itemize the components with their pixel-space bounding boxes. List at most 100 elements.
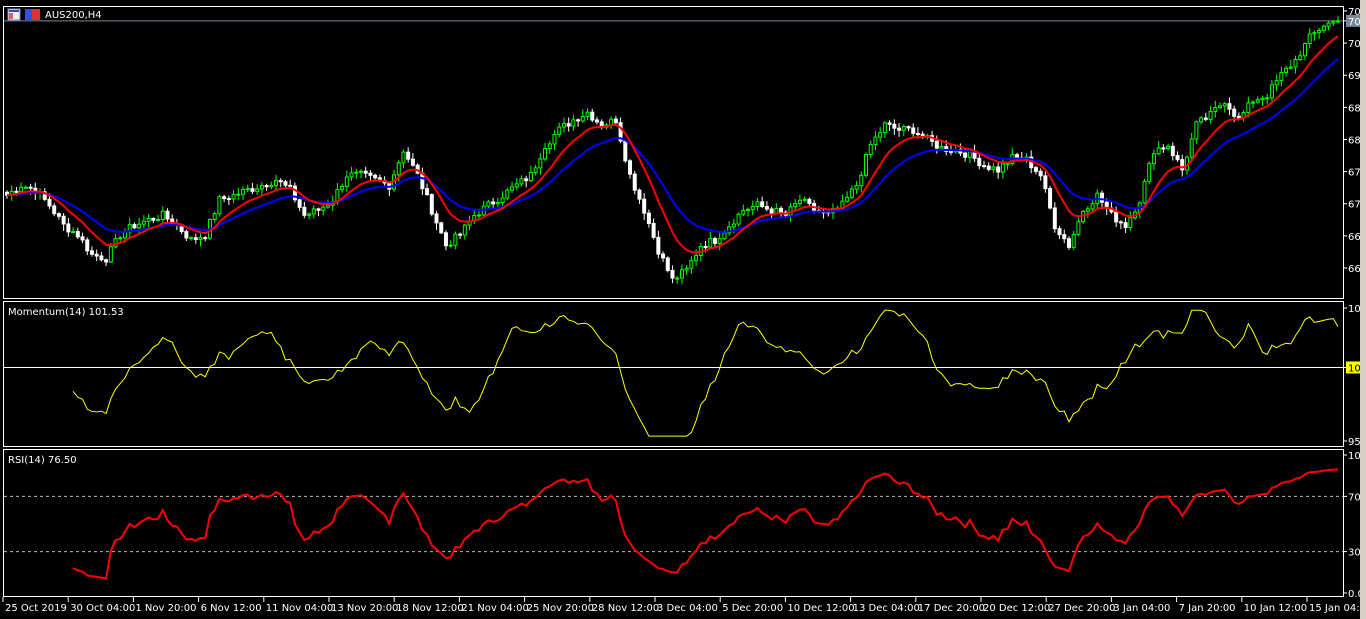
- bear-candle: [996, 166, 1001, 173]
- time-axis-label: 15 Jan 04:00: [1309, 603, 1366, 614]
- bear-candle: [363, 170, 368, 174]
- time-axis-label: 5 Dec 20:00: [722, 603, 783, 614]
- bull-candle: [547, 143, 552, 150]
- bull-candle: [533, 167, 538, 173]
- time-axis-label: 28 Nov 12:00: [592, 603, 659, 614]
- bull-candle: [793, 203, 798, 208]
- bull-candle: [859, 174, 864, 187]
- bull-candle: [873, 136, 878, 146]
- bear-candle: [524, 178, 529, 182]
- time-axis-label: 25 Nov 20:00: [527, 603, 594, 614]
- time-axis-label: 10 Dec 12:00: [787, 603, 854, 614]
- bull-candle: [717, 238, 722, 244]
- bull-candle: [344, 176, 349, 187]
- bear-candle: [897, 127, 902, 131]
- chart-window[interactable]: 7059.57005.06950.56896.06841.56787.06732…: [0, 0, 1366, 619]
- bull-candle: [118, 237, 123, 240]
- bull-candle: [1213, 107, 1218, 112]
- time-axis-label: 7 Jan 20:00: [1179, 603, 1236, 614]
- fast-ma-line: [6, 35, 1339, 254]
- bull-candle: [217, 196, 222, 215]
- time-axis-label: 20 Dec 12:00: [983, 603, 1050, 614]
- bull-candle: [845, 196, 850, 202]
- bull-candle: [736, 213, 741, 225]
- bear-candle: [670, 269, 675, 279]
- bull-candle: [1090, 203, 1095, 210]
- bear-candle: [779, 207, 784, 213]
- bull-candle: [311, 208, 316, 215]
- bull-candle: [198, 237, 203, 240]
- time-axis-label: 18 Nov 12:00: [396, 603, 463, 614]
- bull-candle: [1071, 233, 1076, 248]
- candles: [5, 15, 1340, 285]
- bull-candle: [1005, 163, 1010, 166]
- bull-candle: [741, 209, 746, 215]
- bear-candle: [278, 180, 283, 183]
- bull-candle: [750, 205, 755, 210]
- bear-candle: [1057, 228, 1062, 236]
- bear-candle: [368, 172, 373, 176]
- bull-candle: [495, 201, 500, 205]
- bull-candle: [476, 214, 481, 217]
- bear-candle: [986, 165, 991, 170]
- bull-candle: [774, 207, 779, 214]
- bull-candle: [868, 144, 873, 156]
- bear-candle: [915, 132, 920, 135]
- bear-candle: [892, 123, 897, 129]
- bull-candle: [1199, 117, 1204, 123]
- bear-candle: [61, 215, 66, 225]
- bull-candle: [543, 148, 548, 160]
- bear-candle: [665, 257, 670, 271]
- bear-candle: [982, 165, 987, 168]
- bull-candle: [160, 210, 165, 221]
- bull-candle: [141, 220, 146, 225]
- bull-candle: [240, 189, 245, 195]
- bull-candle: [1284, 67, 1289, 74]
- bull-candle: [991, 166, 996, 170]
- time-axis-label: 17 Dec 20:00: [918, 603, 985, 614]
- bear-candle: [288, 184, 293, 187]
- bull-candle: [231, 193, 236, 200]
- bull-candle: [340, 185, 345, 191]
- bear-candle: [590, 111, 595, 121]
- time-axis-label: 1 Nov 20:00: [135, 603, 196, 614]
- bear-candle: [151, 218, 156, 221]
- bull-candle: [755, 201, 760, 207]
- bear-candle: [434, 213, 439, 224]
- bear-candle: [769, 208, 774, 214]
- expert-icon-half: [32, 9, 40, 20]
- bull-candle: [1222, 103, 1227, 107]
- bear-candle: [963, 152, 968, 158]
- bear-candle: [1100, 192, 1105, 203]
- bull-candle: [864, 154, 869, 176]
- bull-candle: [1312, 32, 1317, 35]
- bull-candle: [878, 132, 883, 138]
- bull-candle: [23, 186, 28, 189]
- bull-candle: [1274, 80, 1279, 86]
- bear-candle: [425, 188, 430, 196]
- time-axis-label: 21 Nov 04:00: [461, 603, 528, 614]
- bear-candle: [1062, 234, 1067, 240]
- bull-candle: [1265, 97, 1270, 100]
- bull-candle: [349, 172, 354, 178]
- bear-candle: [184, 231, 189, 239]
- bull-candle: [519, 178, 524, 185]
- bear-candle: [193, 237, 198, 240]
- time-axis-label: 25 Oct 2019: [5, 603, 67, 614]
- bull-candle: [1147, 163, 1152, 182]
- bull-candle: [156, 219, 161, 222]
- bear-candle: [302, 206, 307, 216]
- bull-candle: [797, 199, 802, 205]
- bull-candle: [1288, 66, 1293, 69]
- bull-candle: [708, 238, 713, 248]
- bear-candle: [1123, 222, 1128, 229]
- bear-candle: [104, 259, 109, 263]
- bear-candle: [410, 158, 415, 166]
- bear-candle: [656, 236, 661, 255]
- bull-candle: [307, 213, 312, 216]
- bull-candle: [1255, 99, 1260, 103]
- bear-candle: [99, 255, 104, 261]
- symbol-title: AUS200,H4: [45, 10, 102, 21]
- bear-candle: [406, 151, 411, 160]
- bull-candle: [71, 231, 76, 234]
